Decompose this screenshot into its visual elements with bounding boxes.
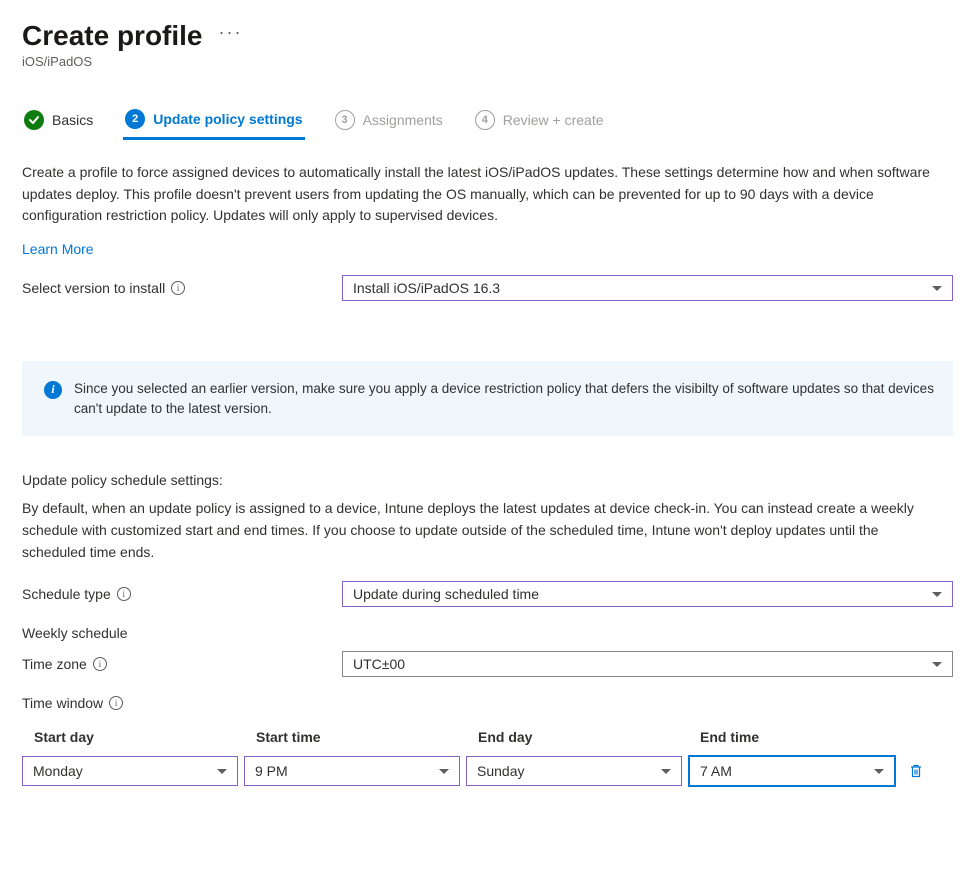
end-time-select[interactable]: 7 AM <box>688 755 896 787</box>
schedule-type-label-text: Schedule type <box>22 586 111 602</box>
trash-icon <box>908 763 924 779</box>
version-select[interactable]: Install iOS/iPadOS 16.3 <box>342 275 953 301</box>
header-start-time: Start time <box>256 729 478 745</box>
wizard-step-review[interactable]: 4 Review + create <box>473 109 606 139</box>
info-icon[interactable]: i <box>117 587 131 601</box>
step-number-icon: 4 <box>475 110 495 130</box>
page-title: Create profile <box>22 20 203 52</box>
more-actions-icon[interactable]: ··· <box>219 23 243 41</box>
schedule-type-value: Update during scheduled time <box>353 586 539 602</box>
chevron-down-icon <box>874 769 884 774</box>
chevron-down-icon <box>217 769 227 774</box>
info-icon[interactable]: i <box>93 657 107 671</box>
chevron-down-icon <box>932 286 942 291</box>
start-time-select[interactable]: 9 PM <box>244 756 460 786</box>
check-icon <box>24 110 44 130</box>
timezone-select[interactable]: UTC±00 <box>342 651 953 677</box>
wizard-steps: Basics 2 Update policy settings 3 Assign… <box>22 109 953 140</box>
info-icon[interactable]: i <box>171 281 185 295</box>
schedule-type-label: Schedule type i <box>22 586 342 602</box>
timezone-value: UTC±00 <box>353 656 405 672</box>
version-label-text: Select version to install <box>22 280 165 296</box>
start-day-select[interactable]: Monday <box>22 756 238 786</box>
wizard-step-label: Review + create <box>503 112 604 128</box>
chevron-down-icon <box>439 769 449 774</box>
start-day-value: Monday <box>33 763 83 779</box>
delete-row-button[interactable] <box>904 759 928 783</box>
chevron-down-icon <box>661 769 671 774</box>
step-number-icon: 3 <box>335 110 355 130</box>
header-end-time: End time <box>700 729 914 745</box>
header-end-day: End day <box>478 729 700 745</box>
wizard-step-label: Update policy settings <box>153 111 302 127</box>
timewindow-label: Time window i <box>22 695 342 711</box>
chevron-down-icon <box>932 662 942 667</box>
schedule-heading: Update policy schedule settings: <box>22 472 953 488</box>
wizard-step-update-policy[interactable]: 2 Update policy settings <box>123 109 304 140</box>
header-start-day: Start day <box>34 729 256 745</box>
end-day-value: Sunday <box>477 763 524 779</box>
page-subtitle: iOS/iPadOS <box>22 54 953 69</box>
info-icon[interactable]: i <box>109 696 123 710</box>
version-label: Select version to install i <box>22 280 342 296</box>
chevron-down-icon <box>932 592 942 597</box>
schedule-description: By default, when an update policy is ass… <box>22 498 942 563</box>
wizard-step-assignments[interactable]: 3 Assignments <box>333 109 445 139</box>
version-warning-text: Since you selected an earlier version, m… <box>74 379 935 418</box>
timezone-label: Time zone i <box>22 656 342 672</box>
version-select-value: Install iOS/iPadOS 16.3 <box>353 280 500 296</box>
info-icon: i <box>44 381 62 399</box>
timewindow-row: Monday 9 PM Sunday 7 AM <box>22 755 953 787</box>
wizard-step-label: Assignments <box>363 112 443 128</box>
step-number-icon: 2 <box>125 109 145 129</box>
wizard-step-label: Basics <box>52 112 93 128</box>
timewindow-header-row: Start day Start time End day End time <box>22 729 953 745</box>
weekly-schedule-label: Weekly schedule <box>22 625 953 641</box>
end-time-value: 7 AM <box>700 763 732 779</box>
schedule-type-select[interactable]: Update during scheduled time <box>342 581 953 607</box>
timewindow-label-text: Time window <box>22 695 103 711</box>
wizard-step-basics[interactable]: Basics <box>22 109 95 139</box>
version-warning-box: i Since you selected an earlier version,… <box>22 361 953 436</box>
learn-more-link[interactable]: Learn More <box>22 241 94 257</box>
policy-description: Create a profile to force assigned devic… <box>22 162 942 227</box>
start-time-value: 9 PM <box>255 763 288 779</box>
end-day-select[interactable]: Sunday <box>466 756 682 786</box>
timezone-label-text: Time zone <box>22 656 87 672</box>
